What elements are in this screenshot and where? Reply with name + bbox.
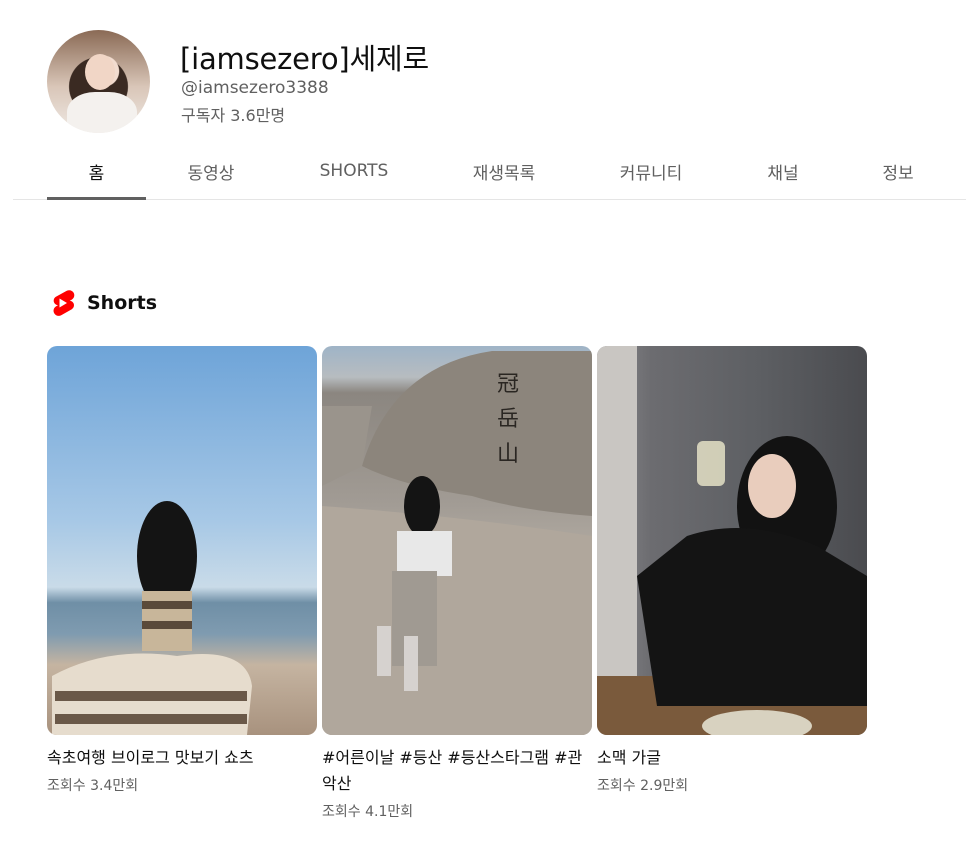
channel-name: [iamsezero]세제로 (180, 42, 429, 76)
tab-playlists[interactable]: 재생목록 (453, 143, 555, 199)
beach-scene (52, 501, 252, 735)
svg-text:岳: 岳 (497, 407, 519, 432)
avatar-face (85, 54, 115, 90)
bar-scene (597, 346, 867, 735)
short-title[interactable]: 소맥 가글 (597, 745, 867, 771)
short-views: 조회수 2.9만회 (597, 778, 689, 794)
section-title: Shorts (87, 292, 158, 314)
shorts-section-header: Shorts (49, 288, 157, 318)
shorts-thumbnail[interactable]: 冠 岳 山 (322, 346, 592, 735)
channel-handle: @iamsezero3388 (181, 78, 329, 98)
svg-text:山: 山 (497, 442, 519, 467)
mountain-rock-scene: 冠 岳 山 (322, 351, 592, 735)
short-views: 조회수 4.1만회 (322, 804, 414, 820)
channel-avatar[interactable] (47, 30, 150, 133)
short-title[interactable]: 속초여행 브이로그 맛보기 쇼츠 (47, 745, 317, 771)
tab-about[interactable]: 정보 (863, 143, 933, 199)
tab-channels[interactable]: 채널 (748, 143, 818, 199)
shorts-thumbnail[interactable] (47, 346, 317, 735)
shorts-card[interactable]: 속초여행 브이로그 맛보기 쇼츠 조회수 3.4만회 (47, 346, 317, 795)
shorts-card[interactable]: 冠 岳 山 #어른이날 #등산 #등산스타그램 #관악산 조회수 4.1만회 (322, 346, 592, 821)
short-title[interactable]: #어른이날 #등산 #등산스타그램 #관악산 (322, 745, 592, 797)
shorts-thumbnail[interactable] (597, 346, 867, 735)
tab-community[interactable]: 커뮤니티 (601, 143, 701, 199)
short-views: 조회수 3.4만회 (47, 778, 139, 794)
avatar-body (67, 92, 137, 133)
svg-text:冠: 冠 (497, 372, 519, 397)
youtube-shorts-icon (53, 290, 75, 316)
tab-home[interactable]: 홈 (47, 143, 146, 200)
channel-tabs: 홈 동영상 SHORTS 재생목록 커뮤니티 채널 정보 (13, 143, 966, 200)
tab-shorts[interactable]: SHORTS (298, 143, 410, 199)
subscriber-count: 구독자 3.6만명 (181, 106, 286, 125)
shorts-card[interactable]: 소맥 가글 조회수 2.9만회 (597, 346, 867, 795)
tab-videos[interactable]: 동영상 (163, 143, 259, 199)
